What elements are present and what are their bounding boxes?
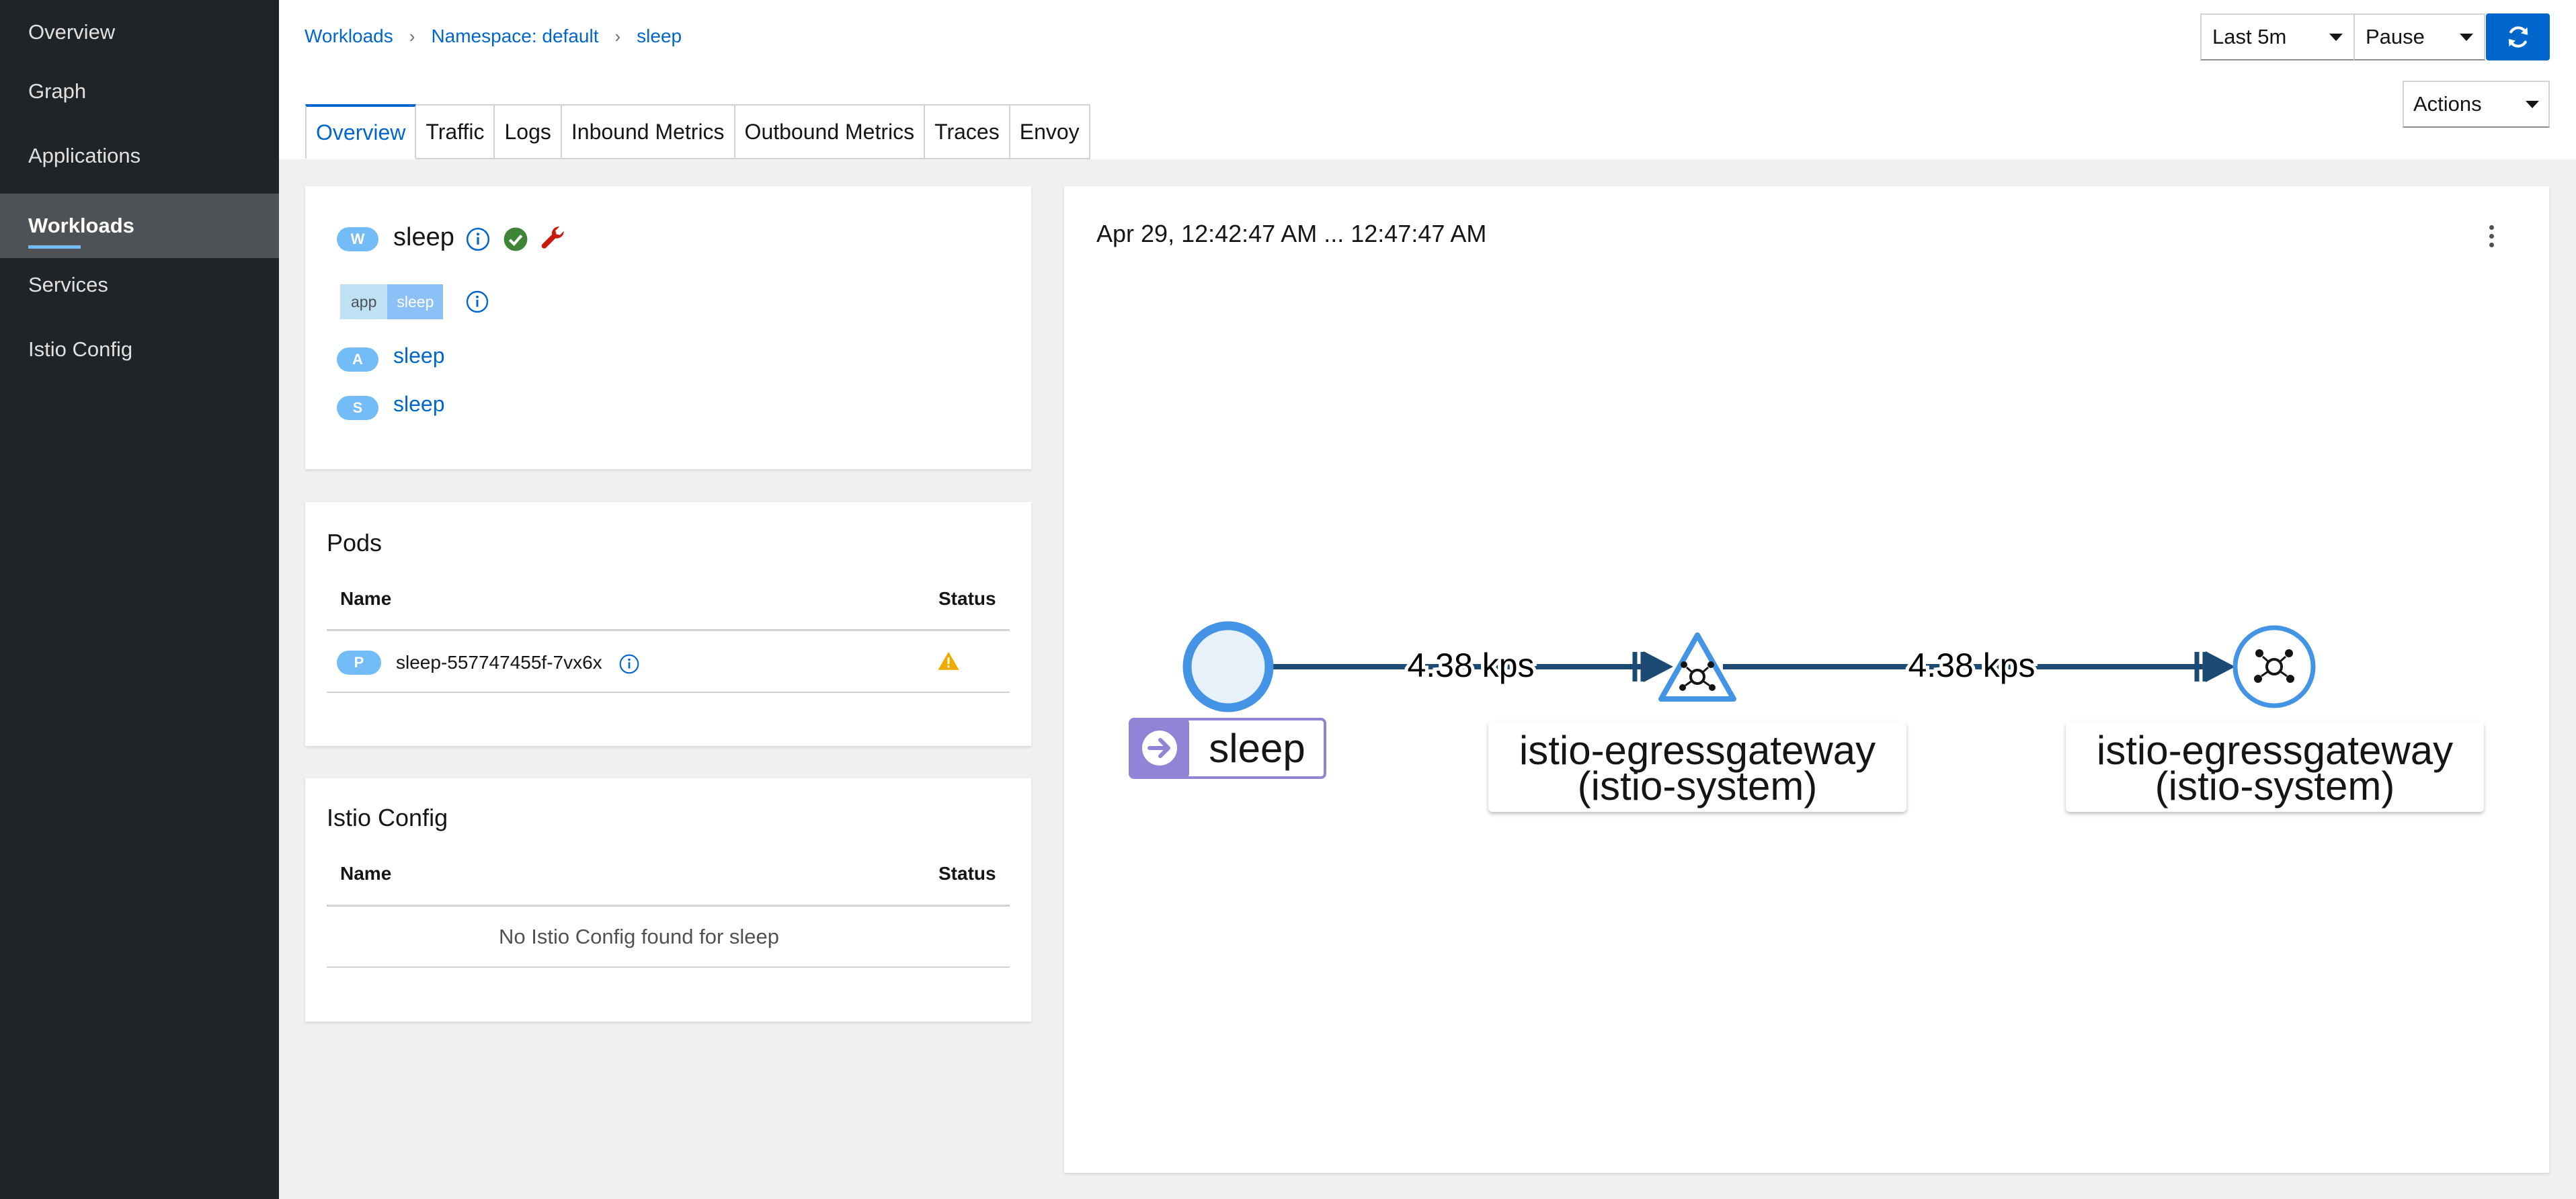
pod-badge: P <box>337 651 381 675</box>
warning-icon[interactable] <box>937 650 960 673</box>
graph-node-egressgateway-inbound[interactable]: istio-egressgateway (istio-system) <box>1488 632 1906 812</box>
workload-summary-card: W sleep app sleep A sleep S sleep <box>305 186 1031 469</box>
workload-badge: W <box>337 227 378 251</box>
node-label-line2: (istio-system) <box>2155 763 2395 809</box>
sidebar-item-label: Istio Config <box>28 337 133 361</box>
istio-config-title: Istio Config <box>327 804 448 831</box>
breadcrumb-current[interactable]: sleep <box>637 26 682 47</box>
tab-label: Traffic <box>426 119 485 144</box>
pod-name: sleep-557747455f-7vx6x <box>396 652 602 673</box>
chevron-right-icon: › <box>409 26 415 46</box>
graph-node-egressgateway-workload[interactable]: istio-egressgateway (istio-system) <box>2066 625 2484 812</box>
mini-graph-card: Apr 29, 12:42:47 AM ... 12:47:47 AM 4.38… <box>1064 186 2549 1173</box>
sidebar-item-overview[interactable]: Overview <box>0 0 279 65</box>
sidebar-item-label: Services <box>28 273 108 296</box>
sidebar-item-applications[interactable]: Applications <box>0 124 279 188</box>
sidebar-item-label: Graph <box>28 79 87 103</box>
sidebar-item-services[interactable]: Services <box>0 253 279 317</box>
sidebar-item-label: Overview <box>28 20 116 44</box>
wrench-icon <box>541 226 564 249</box>
pods-title: Pods <box>327 529 383 556</box>
caret-down-icon <box>2460 33 2473 41</box>
divider <box>327 629 1010 631</box>
tab-traffic[interactable]: Traffic <box>416 104 495 159</box>
tab-label: Inbound Metrics <box>571 119 725 144</box>
empty-state-text: No Istio Config found for sleep <box>499 925 780 948</box>
tab-label: Logs <box>504 119 551 144</box>
column-header-name: Name <box>340 588 392 609</box>
tab-outbound-metrics[interactable]: Outbound Metrics <box>735 104 926 159</box>
tab-logs[interactable]: Logs <box>495 104 562 159</box>
actions-label: Actions <box>2413 92 2482 116</box>
graph-node-sleep[interactable]: sleep <box>1129 621 1326 779</box>
refresh-button[interactable] <box>2486 13 2550 60</box>
caret-down-icon <box>2329 33 2343 41</box>
check-circle-icon <box>504 227 528 251</box>
node-label-line2: (istio-system) <box>1578 763 1818 809</box>
tab-label: Outbound Metrics <box>744 119 915 144</box>
tab-label: Envoy <box>1019 119 1080 144</box>
service-link[interactable]: sleep <box>393 392 445 417</box>
pods-card: Pods Name Status P sleep-557747455f-7vx6… <box>305 502 1031 746</box>
divider <box>327 905 1010 907</box>
divider <box>327 692 1010 693</box>
duration-value: Last 5m <box>2212 25 2287 48</box>
divider <box>327 966 1010 968</box>
refresh-interval-dropdown[interactable]: Pause <box>2353 13 2485 60</box>
label-key: app <box>340 284 388 319</box>
sync-icon <box>2508 26 2528 48</box>
chevron-right-icon: › <box>614 26 621 46</box>
breadcrumb-workloads[interactable]: Workloads <box>305 26 393 47</box>
service-badge: S <box>337 396 378 420</box>
breadcrumb-namespace[interactable]: Namespace: default <box>431 26 598 47</box>
workload-tabs: Overview Traffic Logs Inbound Metrics Ou… <box>305 104 1090 159</box>
sidebar-item-workloads[interactable]: Workloads <box>0 194 279 258</box>
caret-down-icon <box>2526 100 2539 108</box>
sidebar-item-graph[interactable]: Graph <box>0 59 279 124</box>
sidebar: Overview Graph Applications Workloads Se… <box>0 0 279 1199</box>
graph-edge[interactable]: 4.38 kps <box>1273 643 1673 688</box>
graph-edge[interactable]: 4.38 kps <box>1723 643 2235 688</box>
edge-label: 4.38 kps <box>1908 647 2035 684</box>
sidebar-item-label: Applications <box>28 144 141 167</box>
tab-overview[interactable]: Overview <box>305 104 417 159</box>
node-label: sleep <box>1209 726 1305 771</box>
breadcrumb: Workloads › Namespace: default › sleep <box>305 26 682 47</box>
arrow-right-circle-icon <box>1142 731 1177 766</box>
app-link[interactable]: sleep <box>393 343 445 368</box>
istio-config-card: Istio Config Name Status No Istio Config… <box>305 778 1031 1022</box>
tab-envoy[interactable]: Envoy <box>1010 104 1090 159</box>
label-chip: app sleep <box>340 284 444 319</box>
refresh-interval-value: Pause <box>2366 25 2425 48</box>
duration-dropdown[interactable]: Last 5m <box>2200 13 2355 60</box>
app-badge: A <box>337 347 378 372</box>
label-value: sleep <box>387 284 444 319</box>
sidebar-item-label: Workloads <box>28 214 134 237</box>
tab-label: Overview <box>316 120 406 144</box>
tab-label: Traces <box>934 119 1000 144</box>
actions-dropdown[interactable]: Actions <box>2403 81 2550 128</box>
column-header-status: Status <box>938 588 996 609</box>
column-header-status: Status <box>938 863 996 884</box>
info-icon[interactable] <box>465 226 491 252</box>
workload-name: sleep <box>393 223 454 251</box>
sidebar-item-istio-config[interactable]: Istio Config <box>0 317 279 382</box>
traffic-graph[interactable]: 4.38 kps 4.38 kps sleep istio-egressgate… <box>1064 186 2549 1173</box>
column-header-name: Name <box>340 863 392 884</box>
info-icon[interactable] <box>618 653 640 675</box>
tab-traces[interactable]: Traces <box>925 104 1010 159</box>
edge-label: 4.38 kps <box>1407 647 1534 684</box>
tab-inbound-metrics[interactable]: Inbound Metrics <box>561 104 735 159</box>
info-icon[interactable] <box>465 290 489 314</box>
